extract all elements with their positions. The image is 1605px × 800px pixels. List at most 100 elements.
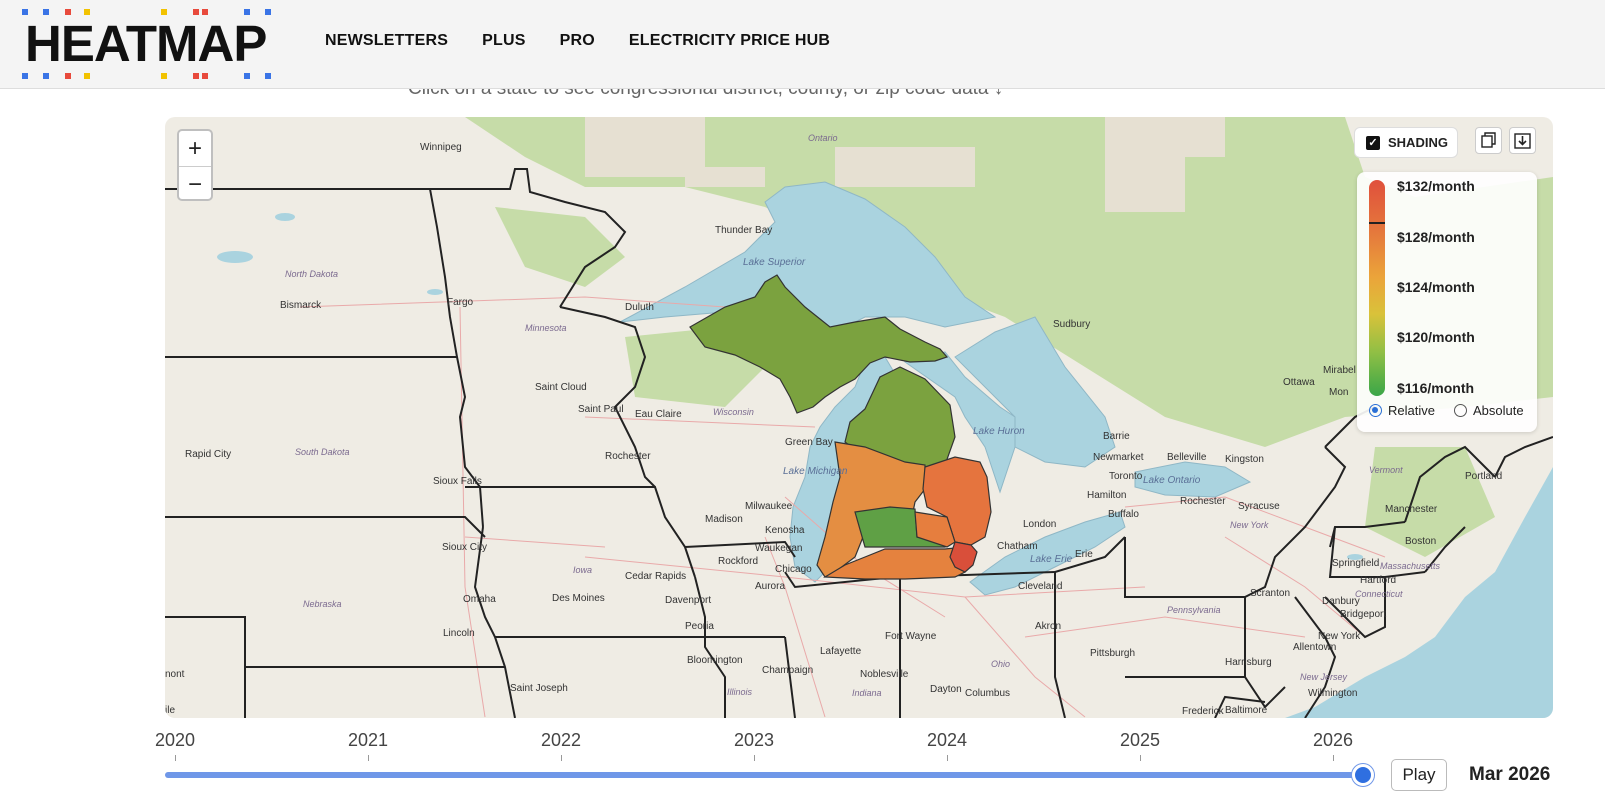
nav-newsletters[interactable]: NEWSLETTERS [325,32,448,50]
timeline-slider-thumb[interactable] [1352,764,1374,786]
label-erie: Erie [1075,549,1093,560]
nav-pro[interactable]: PRO [560,32,595,50]
legend-label-124: $124/month [1397,279,1475,295]
zoom-out-button[interactable]: − [179,167,211,202]
label-winnipeg: Winnipeg [420,142,462,153]
legend-label-128: $128/month [1397,229,1475,245]
label-new-jersey: New Jersey [1300,672,1348,682]
tick-2025 [1140,755,1141,761]
tick-2023 [754,755,755,761]
label-minnesota: Minnesota [525,323,567,333]
label-vermont: Vermont [1369,465,1403,475]
label-aurora: Aurora [755,581,785,592]
tick-2020 [175,755,176,761]
absolute-radio[interactable] [1453,404,1467,417]
label-lincoln: Lincoln [443,628,475,639]
label-lake-huron: Lake Huron [973,426,1025,437]
label-boston: Boston [1405,536,1436,547]
label-pittsburgh: Pittsburgh [1090,648,1135,659]
label-sioux-city: Sioux City [442,542,487,553]
download-button[interactable] [1509,127,1536,154]
label-ontario: Ontario [808,133,838,143]
map-container[interactable]: Winnipeg Ontario Thunder Bay Lake Superi… [165,117,1553,718]
nav-electricity-price-hub[interactable]: ELECTRICITY PRICE HUB [629,32,830,50]
label-manchester: Manchester [1385,504,1438,515]
label-hamilton: Hamilton [1087,490,1126,501]
year-2023: 2023 [733,730,775,750]
label-sioux-falls: Sioux Falls [433,476,482,487]
legend-mode-selector: Relative Absolute [1369,403,1524,418]
relative-radio[interactable] [1369,404,1382,417]
label-pennsylvania: Pennsylvania [1167,605,1221,615]
zoom-in-button[interactable]: + [179,131,211,167]
year-2021: 2021 [347,730,389,750]
label-lake-michigan: Lake Michigan [783,466,848,477]
label-wilmington: Wilmington [1308,688,1357,699]
download-icon [1514,133,1531,149]
nav-plus[interactable]: PLUS [482,32,525,50]
label-fort-wayne: Fort Wayne [885,631,937,642]
timeline-years: 2020 2021 2022 2023 2024 2025 2026 [0,730,1605,760]
label-cleveland: Cleveland [1018,581,1062,592]
shading-checkbox[interactable]: ✓ [1366,135,1380,150]
heatmap-logo[interactable]: HEATMAP [22,7,280,81]
label-north-dakota: North Dakota [285,269,338,279]
legend-label-max: $132/month [1397,178,1475,194]
label-champaign: Champaign [762,665,813,676]
copy-button[interactable] [1475,127,1502,154]
label-new-york-state: New York [1230,520,1269,530]
current-date: Mar 2026 [1469,764,1551,785]
tick-2026 [1333,755,1334,761]
label-saint-joseph: Saint Joseph [510,683,568,694]
legend-gradient [1369,180,1385,396]
label-mirabel: Mirabel [1323,365,1356,376]
logo-text: HEATMAP [25,15,267,72]
label-massachusetts: Massachusetts [1380,561,1441,571]
label-akron: Akron [1035,621,1061,632]
tick-2022 [561,755,562,761]
label-bismarck: Bismarck [280,300,322,311]
zoom-control: + − [177,129,213,201]
label-chatham: Chatham [997,541,1038,552]
color-legend: $132/month $128/month $124/month $120/mo… [1357,172,1537,432]
label-davenport: Davenport [665,595,711,606]
label-sudbury: Sudbury [1053,319,1090,330]
label-lake-ontario: Lake Ontario [1143,475,1201,486]
label-syracuse: Syracuse [1238,501,1280,512]
label-springfield: Springfield [1332,558,1379,569]
label-frederick: Frederick [1182,706,1225,717]
label-bloomington: Bloomington [687,655,743,666]
year-2020: 2020 [154,730,196,750]
label-noblesville: Noblesville [860,669,909,680]
basemap: Winnipeg Ontario Thunder Bay Lake Superi… [165,117,1553,718]
label-duluth: Duluth [625,302,654,313]
legend-label-120: $120/month [1397,329,1475,345]
tick-2021 [368,755,369,761]
label-barrie: Barrie [1103,431,1130,442]
label-rochester-mn: Rochester [605,451,651,462]
label-danbury: Danbury [1322,596,1360,607]
tick-2024 [947,755,948,761]
label-kingston: Kingston [1225,454,1264,465]
label-indiana: Indiana [852,688,882,698]
label-kansas-partial: nont [165,669,185,680]
timeline-slider-track[interactable] [165,772,1365,778]
label-omaha: Omaha [463,594,496,605]
relative-label: Relative [1388,403,1435,418]
label-scranton: Scranton [1250,588,1290,599]
label-saint-paul: Saint Paul [578,404,624,415]
play-button[interactable]: Play [1391,759,1447,791]
label-south-dakota: South Dakota [295,447,350,457]
label-kansas-partial-2: ile [165,705,175,716]
label-green-bay: Green Bay [785,437,833,448]
label-harrisburg: Harrisburg [1225,657,1272,668]
label-chicago: Chicago [775,564,812,575]
year-2022: 2022 [540,730,582,750]
label-peoria: Peoria [685,621,714,632]
label-baltimore: Baltimore [1225,705,1268,716]
label-lake-superior: Lake Superior [743,257,806,268]
shading-toggle[interactable]: ✓ SHADING [1354,127,1458,158]
label-nebraska: Nebraska [303,599,342,609]
label-ohio: Ohio [991,659,1010,669]
label-london: London [1023,519,1056,530]
